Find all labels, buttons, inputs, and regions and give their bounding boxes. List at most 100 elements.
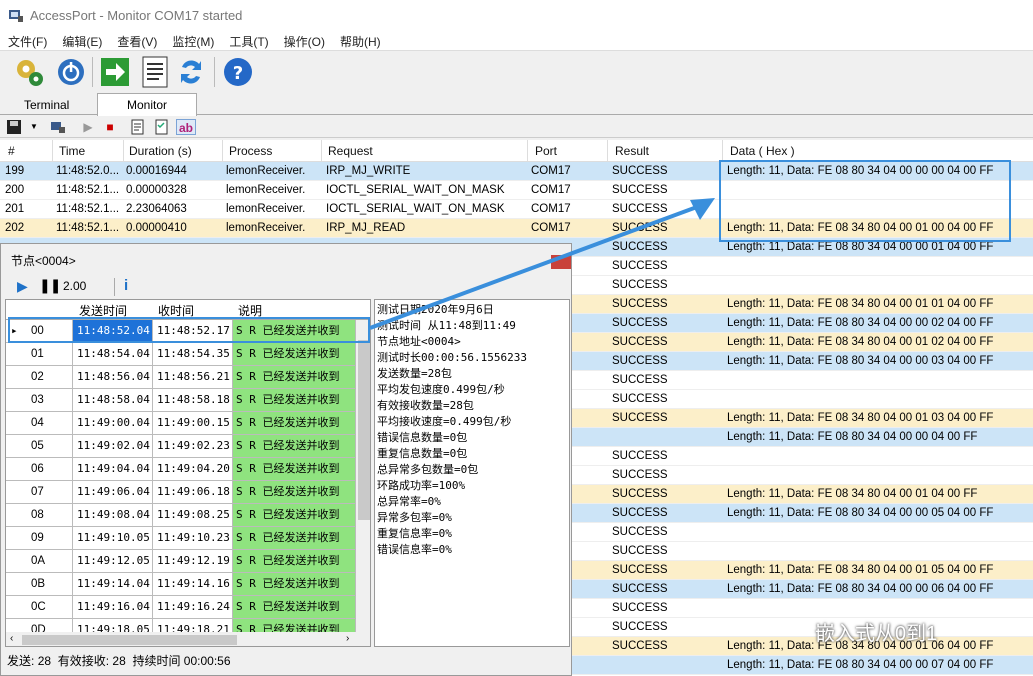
cell-result: SUCCESS (612, 336, 668, 348)
chevron-down-icon[interactable]: ▼ (26, 119, 42, 135)
cell-result: SUCCESS (612, 393, 668, 405)
col-process[interactable]: Process (229, 144, 272, 158)
packet-id: 0C (23, 596, 73, 618)
cell-result: SUCCESS (612, 621, 668, 633)
packet-row[interactable]: 0B 11:49:14.04 11:49:14.16 S R 已经发送并收到 (6, 573, 356, 596)
power-icon[interactable] (54, 55, 88, 89)
stat-line: 环路成功率=100% (377, 479, 466, 492)
packet-id: 04 (23, 412, 73, 434)
packet-send: 11:49:12.05 (73, 550, 153, 572)
packet-send: 11:48:54.04 (73, 343, 153, 365)
stat-line: 错误信息数量=0包 (377, 431, 468, 444)
port-icon[interactable] (50, 119, 66, 135)
cell-num: 201 (5, 203, 25, 215)
packet-row[interactable]: 06 11:49:04.04 11:49:04.20 S R 已经发送并收到 (6, 458, 356, 481)
packet-row[interactable]: 07 11:49:06.04 11:49:06.18 S R 已经发送并收到 (6, 481, 356, 504)
stat-line: 节点地址<0004> (377, 335, 461, 348)
cell-data: Length: 11, Data: FE 08 80 34 04 00 00 0… (727, 317, 994, 329)
packet-row[interactable]: 0C 11:49:16.04 11:49:16.24 S R 已经发送并收到 (6, 596, 356, 619)
horizontal-scroll-thumb[interactable] (22, 635, 237, 645)
row-indicator (6, 596, 23, 618)
packet-id: 09 (23, 527, 73, 549)
cell-data: Length: 11, Data: FE 08 80 34 04 00 00 0… (727, 507, 994, 519)
scroll-left-icon[interactable]: ‹ (10, 633, 13, 644)
tab-monitor[interactable]: Monitor (97, 93, 197, 116)
cell-dur: 0.00000410 (126, 222, 187, 234)
info-icon[interactable]: i (124, 277, 128, 294)
stat-line: 发送数量=28包 (377, 367, 452, 380)
checklist-icon[interactable] (154, 119, 170, 135)
row-indicator (6, 343, 23, 365)
packet-row[interactable]: 09 11:49:10.05 11:49:10.23 S R 已经发送并收到 (6, 527, 356, 550)
col-num[interactable]: # (8, 144, 15, 158)
cell-proc: lemonReceiver. (226, 184, 306, 196)
packet-row[interactable]: 05 11:49:02.04 11:49:02.23 S R 已经发送并收到 (6, 435, 356, 458)
packet-note: S R 已经发送并收到 (233, 596, 356, 618)
play-icon[interactable]: ▶ (17, 278, 28, 295)
stop-icon[interactable]: ■ (102, 119, 118, 135)
packet-recv: 11:49:06.18 (153, 481, 233, 503)
filter-icon[interactable] (130, 119, 146, 135)
cell-result: SUCCESS (612, 602, 668, 614)
packet-row[interactable]: 04 11:49:00.04 11:49:00.15 S R 已经发送并收到 (6, 412, 356, 435)
packet-id: 08 (23, 504, 73, 526)
packet-row[interactable]: 02 11:48:56.04 11:48:56.21 S R 已经发送并收到 (6, 366, 356, 389)
packet-row[interactable]: 01 11:48:54.04 11:48:54.35 S R 已经发送并收到 (6, 343, 356, 366)
cell-port: COM17 (531, 222, 571, 234)
popup-status-bar: 发送: 28 有效接收: 28 持续时间 00:00:56 (7, 652, 231, 669)
cell-port: COM17 (531, 165, 571, 177)
col-result[interactable]: Result (615, 144, 649, 158)
packet-id: 05 (23, 435, 73, 457)
pause-icon[interactable]: ❚❚ (39, 277, 61, 294)
col-duration[interactable]: Duration (s) (129, 144, 192, 158)
cell-result: SUCCESS (612, 507, 668, 519)
close-button[interactable] (551, 255, 571, 269)
settings-gears-icon[interactable] (12, 55, 46, 89)
menu-file[interactable]: 文件(F) (0, 30, 54, 50)
packet-row[interactable]: 03 11:48:58.04 11:48:58.18 S R 已经发送并收到 (6, 389, 356, 412)
cell-result: SUCCESS (612, 469, 668, 481)
packet-recv: 11:49:00.15 (153, 412, 233, 434)
save-icon[interactable] (6, 119, 22, 135)
menu-tools[interactable]: 工具(T) (221, 30, 275, 50)
menu-operate[interactable]: 操作(O) (276, 30, 332, 50)
menu-view[interactable]: 查看(V) (109, 30, 164, 50)
document-icon[interactable] (138, 55, 172, 89)
packet-note: S R 已经发送并收到 (233, 550, 356, 572)
col-data-hex[interactable]: Data ( Hex ) (730, 144, 795, 158)
cell-data: Length: 11, Data: FE 08 80 34 04 00 00 0… (727, 583, 994, 595)
cell-result: SUCCESS (612, 374, 668, 386)
packet-id: 0B (23, 573, 73, 595)
main-toolbar: ? (0, 50, 1033, 92)
start-arrow-icon[interactable] (98, 55, 132, 89)
cell-data: Length: 11, Data: FE 08 34 80 04 00 01 0… (727, 336, 994, 348)
packet-row[interactable]: 08 11:49:08.04 11:49:08.25 S R 已经发送并收到 (6, 504, 356, 527)
menu-monitor[interactable]: 监控(M) (164, 30, 221, 50)
packet-note: S R 已经发送并收到 (233, 343, 356, 365)
cell-data: Length: 11, Data: FE 08 34 80 04 00 01 0… (727, 564, 994, 576)
title-bar: AccessPort - Monitor COM17 started (0, 0, 1033, 30)
tab-terminal[interactable]: Terminal (14, 94, 79, 115)
play-icon[interactable]: ▶ (80, 119, 96, 135)
hex-ascii-toggle[interactable]: ab (176, 119, 196, 135)
refresh-icon[interactable] (174, 55, 208, 89)
grid-header: # Time Duration (s) Process Request Port… (0, 140, 1033, 162)
vertical-scroll-thumb[interactable] (358, 340, 370, 520)
packet-note: S R 已经发送并收到 (233, 458, 356, 480)
window-title: AccessPort - Monitor COM17 started (30, 8, 243, 23)
help-icon[interactable]: ? (221, 55, 255, 89)
col-time[interactable]: Time (59, 144, 85, 158)
cell-data: Length: 11, Data: FE 08 80 34 04 00 00 0… (727, 659, 994, 671)
menu-help[interactable]: 帮助(H) (332, 30, 388, 50)
menu-edit[interactable]: 编辑(E) (54, 30, 109, 50)
packet-row[interactable]: 0A 11:49:12.05 11:49:12.19 S R 已经发送并收到 (6, 550, 356, 573)
col-port[interactable]: Port (535, 144, 557, 158)
cell-data: Length: 11, Data: FE 08 34 80 04 00 01 0… (727, 412, 994, 424)
col-request[interactable]: Request (328, 144, 373, 158)
row-indicator (6, 504, 23, 526)
stat-line: 平均接收速度=0.499包/秒 (377, 415, 512, 428)
packet-recv: 11:48:54.35 (153, 343, 233, 365)
cell-req: IOCTL_SERIAL_WAIT_ON_MASK (326, 184, 505, 196)
scroll-right-icon[interactable]: › (346, 633, 349, 644)
cell-port: COM17 (531, 203, 571, 215)
